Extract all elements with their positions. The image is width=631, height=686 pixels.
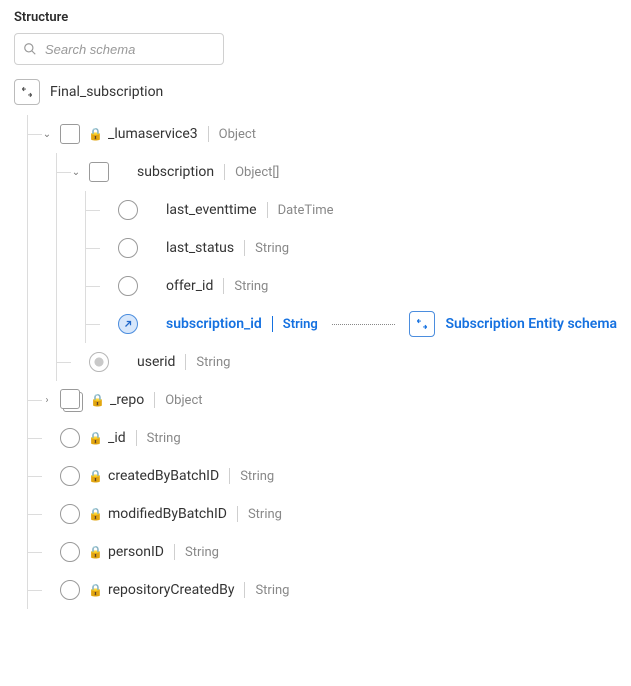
separator — [154, 392, 155, 408]
field-name: _repo — [110, 392, 144, 408]
field-type: String — [240, 469, 274, 484]
lock-icon: 🔒 — [90, 393, 102, 407]
tree-node-repo[interactable]: › 🔒 _repo Object — [46, 381, 617, 419]
tree-node-lumaservice3[interactable]: ⌄ 🔒 _lumaservice3 Object — [46, 115, 617, 153]
field-name: subscription — [137, 164, 214, 180]
field-type: Object — [165, 393, 202, 408]
scalar-marker — [118, 276, 138, 296]
field-name: personID — [108, 544, 164, 560]
field-name: modifiedByBatchID — [108, 506, 227, 522]
separator — [272, 316, 273, 332]
field-name: _lumaservice3 — [108, 126, 198, 142]
field-name: last_eventtime — [166, 202, 257, 218]
object-array-marker — [89, 162, 109, 182]
scalar-marker — [118, 200, 138, 220]
field-type: Object — [219, 127, 256, 142]
scalar-marker — [60, 466, 80, 486]
field-type: String — [283, 317, 318, 332]
scalar-marker — [60, 542, 80, 562]
chevron-right-icon[interactable]: › — [42, 395, 52, 406]
field-name: repositoryCreatedBy — [108, 582, 234, 598]
object-marker — [60, 124, 80, 144]
schema-tree: Final_subscription ⌄ 🔒 _lumaservice3 Obj… — [14, 79, 617, 609]
field-name: createdByBatchID — [108, 468, 219, 484]
search-schema-field[interactable] — [14, 33, 224, 65]
scalar-marker — [60, 504, 80, 524]
tree-node-repositorycreatedby[interactable]: ⌄ 🔒 repositoryCreatedBy String — [46, 571, 617, 609]
lock-icon: 🔒 — [88, 127, 100, 141]
scalar-marker — [60, 580, 80, 600]
separator — [224, 164, 225, 180]
relationship-marker — [118, 314, 138, 334]
field-type: String — [147, 431, 181, 446]
search-input[interactable] — [43, 41, 225, 58]
chevron-down-icon[interactable]: ⌄ — [42, 129, 52, 140]
schema-icon — [409, 311, 435, 337]
reference-schema[interactable]: Subscription Entity schema — [409, 311, 617, 337]
field-name: userid — [137, 354, 175, 370]
section-title: Structure — [14, 10, 617, 25]
field-type: String — [196, 355, 230, 370]
field-type: String — [255, 583, 289, 598]
field-name: subscription_id — [166, 316, 262, 332]
tree-node-createdbybatchid[interactable]: ⌄ 🔒 createdByBatchID String — [46, 457, 617, 495]
field-name: last_status — [166, 240, 234, 256]
field-name: _id — [108, 430, 126, 446]
search-icon — [23, 42, 37, 56]
field-type: String — [255, 241, 289, 256]
tree-node-offer-id[interactable]: ⌄ 🔒 offer_id String — [104, 267, 617, 305]
field-name: offer_id — [166, 278, 213, 294]
tree-node-personid[interactable]: ⌄ 🔒 personID String — [46, 533, 617, 571]
separator — [267, 202, 268, 218]
field-type: DateTime — [278, 203, 334, 218]
tree-node-modifiedbybatchid[interactable]: ⌄ 🔒 modifiedByBatchID String — [46, 495, 617, 533]
separator — [244, 240, 245, 256]
field-type: String — [185, 545, 219, 560]
separator — [208, 126, 209, 142]
lock-icon: 🔒 — [88, 469, 100, 483]
separator — [223, 278, 224, 294]
tree-node-id[interactable]: ⌄ 🔒 _id String — [46, 419, 617, 457]
schema-root[interactable]: Final_subscription — [14, 79, 617, 105]
tree-node-last-eventtime[interactable]: ⌄ 🔒 last_eventtime DateTime — [104, 191, 617, 229]
scalar-marker — [118, 238, 138, 258]
identity-marker — [89, 352, 109, 372]
tree-node-userid[interactable]: ⌄ 🔒 userid String — [75, 343, 617, 381]
lock-icon: 🔒 — [88, 545, 100, 559]
field-type: Object[] — [235, 165, 279, 180]
lock-icon: 🔒 — [88, 583, 100, 597]
lock-icon: 🔒 — [88, 507, 100, 521]
separator — [244, 582, 245, 598]
chevron-down-icon[interactable]: ⌄ — [71, 167, 81, 178]
separator — [237, 506, 238, 522]
relationship-connector — [332, 324, 396, 325]
reference-schema-label: Subscription Entity schema — [445, 316, 617, 332]
tree-node-subscription[interactable]: ⌄ 🔒 subscription Object[] — [75, 153, 617, 191]
object-group-marker — [60, 389, 82, 411]
schema-icon — [14, 79, 40, 105]
separator — [174, 544, 175, 560]
lock-icon: 🔒 — [88, 431, 100, 445]
tree-node-subscription-id[interactable]: ⌄ 🔒 subscription_id String — [104, 305, 617, 343]
separator — [229, 468, 230, 484]
scalar-marker — [60, 428, 80, 448]
separator — [136, 430, 137, 446]
field-type: String — [248, 507, 282, 522]
field-type: String — [234, 279, 268, 294]
schema-root-label: Final_subscription — [50, 84, 163, 100]
tree-node-last-status[interactable]: ⌄ 🔒 last_status String — [104, 229, 617, 267]
separator — [185, 354, 186, 370]
